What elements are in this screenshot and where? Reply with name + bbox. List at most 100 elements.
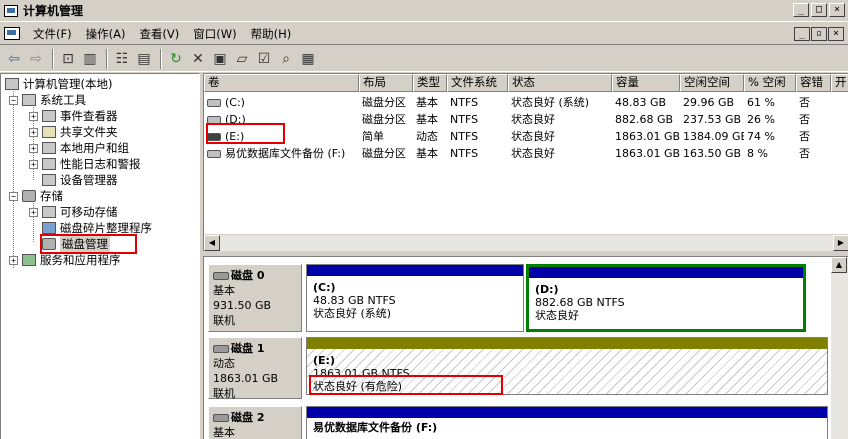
up-folder-icon[interactable]: ⊡ (58, 49, 78, 69)
maximize-button[interactable]: □ (811, 3, 827, 17)
disk-info[interactable]: 磁盘 2 基本 (208, 406, 302, 439)
menu-file[interactable]: 文件(F) (26, 26, 79, 42)
properties-icon[interactable]: ☷ (112, 49, 132, 69)
volume-ft: 否 (799, 113, 810, 126)
refresh-icon[interactable]: ↻ (166, 49, 186, 69)
tree-node-local-users[interactable]: + 本地用户和组 (29, 140, 129, 156)
toolbar-separator (52, 48, 54, 69)
volume-fs: NTFS (450, 147, 479, 160)
volume-fs: NTFS (450, 130, 479, 143)
volume-ft: 否 (799, 96, 810, 109)
expand-icon[interactable]: + (29, 143, 38, 153)
expand-icon[interactable]: + (9, 255, 18, 265)
mdi-close-button[interactable]: × (828, 27, 844, 41)
help-icon[interactable]: ▤ (134, 49, 154, 69)
volume-status: 状态良好 (系统) (511, 96, 590, 109)
column-capacity[interactable]: 容量 (612, 74, 680, 92)
expand-icon[interactable]: + (29, 207, 38, 217)
volume-row[interactable]: (C:) 磁盘分区 基本 NTFS 状态良好 (系统) 48.83 GB 29.… (204, 94, 848, 111)
highlight-box-volume-e (206, 123, 285, 144)
volume-status: 状态良好 (511, 147, 555, 160)
tree-node-system-tools[interactable]: − 系统工具 (9, 92, 86, 108)
volume-type: 基本 (416, 113, 438, 126)
export-icon[interactable]: ▣ (210, 49, 230, 69)
tree-node-event-viewer[interactable]: + 事件查看器 (29, 108, 118, 124)
open-icon[interactable]: ▱ (232, 49, 252, 69)
highlight-box-at-risk (309, 375, 503, 395)
show-hide-tree-icon[interactable]: ▥ (80, 49, 100, 69)
tree-node-removable[interactable]: + 可移动存储 (29, 204, 118, 220)
volume-pct: 74 % (747, 130, 775, 143)
menu-view[interactable]: 查看(V) (132, 26, 186, 42)
column-layout[interactable]: 布局 (359, 74, 413, 92)
volume-capacity: 1863.01 GB (615, 147, 680, 160)
primary-partition-bar (529, 267, 803, 278)
tree-node-root[interactable]: 计算机管理(本地) (5, 76, 112, 92)
removable-storage-icon (42, 206, 56, 218)
tree-label-event-viewer: 事件查看器 (60, 109, 118, 123)
tree-node-storage[interactable]: − 存储 (9, 188, 63, 204)
tree-node-services[interactable]: + 服务和应用程序 (9, 252, 121, 268)
volume-status: 状态良好 (511, 113, 555, 126)
partition-c[interactable]: (C:) 48.83 GB NTFS 状态良好 (系统) (306, 264, 524, 332)
storage-icon (22, 190, 36, 202)
volume-pct: 61 % (747, 96, 775, 109)
column-status[interactable]: 状态 (508, 74, 612, 92)
collapse-icon[interactable]: − (9, 191, 18, 201)
disk-info[interactable]: 磁盘 1 动态 1863.01 GB 联机 (208, 337, 302, 400)
column-fault-tolerance[interactable]: 容错 (796, 74, 831, 92)
expand-icon[interactable]: + (29, 127, 38, 137)
column-header: 卷 布局 类型 文件系统 状态 容量 空闲空间 % 空闲 容错 开 (204, 74, 848, 92)
volume-name: 易优数据库文件备份 (F:) (225, 147, 346, 160)
column-free-space[interactable]: 空闲空间 (680, 74, 744, 92)
vertical-scrollbar[interactable]: ▲ (831, 257, 848, 439)
search-icon[interactable]: ⌕ (276, 49, 296, 69)
forward-icon[interactable]: ⇨ (26, 49, 46, 69)
mdi-minimize-button[interactable]: _ (794, 27, 810, 41)
partition-f[interactable]: 易优数据库文件备份 (F:) (306, 406, 828, 439)
column-type[interactable]: 类型 (413, 74, 447, 92)
menu-window[interactable]: 窗口(W) (186, 26, 243, 42)
volume-pct: 26 % (747, 113, 775, 126)
mdi-restore-button[interactable]: ▫ (811, 27, 827, 41)
delete-icon[interactable]: ✕ (188, 49, 208, 69)
check-icon[interactable]: ☑ (254, 49, 274, 69)
volume-free: 237.53 GB (683, 113, 742, 126)
close-button[interactable]: × (829, 3, 845, 17)
tree-node-shared-folders[interactable]: + 共享文件夹 (29, 124, 118, 140)
disk-info[interactable]: 磁盘 0 基本 931.50 GB 联机 (208, 264, 302, 332)
title-bar: 计算机管理 _ □ × (0, 0, 848, 22)
scroll-left-icon[interactable]: ◀ (204, 235, 220, 251)
volume-row[interactable]: (D:) 磁盘分区 基本 NTFS 状态良好 882.68 GB 237.53 … (204, 111, 848, 128)
partition-content: 易优数据库文件备份 (F:) (307, 418, 827, 434)
column-overhead[interactable]: 开 (831, 74, 848, 92)
column-filesystem[interactable]: 文件系统 (447, 74, 508, 92)
partition-d[interactable]: (D:) 882.68 GB NTFS 状态良好 (526, 264, 806, 332)
volume-row[interactable]: 易优数据库文件备份 (F:) 磁盘分区 基本 NTFS 状态良好 1863.01… (204, 145, 848, 162)
menu-help[interactable]: 帮助(H) (244, 26, 299, 42)
expand-icon[interactable]: + (29, 159, 38, 169)
computer-icon (5, 78, 19, 90)
tree-node-perf-logs[interactable]: + 性能日志和警报 (29, 156, 141, 172)
volume-cell: 易优数据库文件备份 (F:) (204, 145, 359, 162)
tree-node-device-manager[interactable]: 设备管理器 (42, 172, 118, 188)
column-volume[interactable]: 卷 (204, 74, 359, 92)
volume-cell: (C:) (204, 94, 359, 111)
system-menu-icon[interactable] (4, 27, 20, 40)
expand-icon[interactable]: + (29, 111, 38, 121)
volume-type: 基本 (416, 96, 438, 109)
scroll-up-icon[interactable]: ▲ (831, 257, 847, 273)
back-icon[interactable]: ⇦ (4, 49, 24, 69)
menu-action[interactable]: 操作(A) (79, 26, 133, 42)
volume-row[interactable]: (E:) 简单 动态 NTFS 状态良好 1863.01 GB 1384.09 … (204, 128, 848, 145)
disk-icon (213, 344, 229, 353)
horizontal-scrollbar[interactable]: ◀ ▶ (204, 234, 848, 251)
menu-bar: 文件(F) 操作(A) 查看(V) 窗口(W) 帮助(H) _ ▫ × (0, 23, 848, 45)
column-percent-free[interactable]: % 空闲 (744, 74, 796, 92)
highlight-box-disk-management (40, 234, 137, 254)
scroll-right-icon[interactable]: ▶ (833, 235, 848, 251)
minimize-button[interactable]: _ (793, 3, 809, 17)
volume-layout: 简单 (362, 130, 384, 143)
collapse-icon[interactable]: − (9, 95, 18, 105)
settings-icon[interactable]: ▦ (298, 49, 318, 69)
